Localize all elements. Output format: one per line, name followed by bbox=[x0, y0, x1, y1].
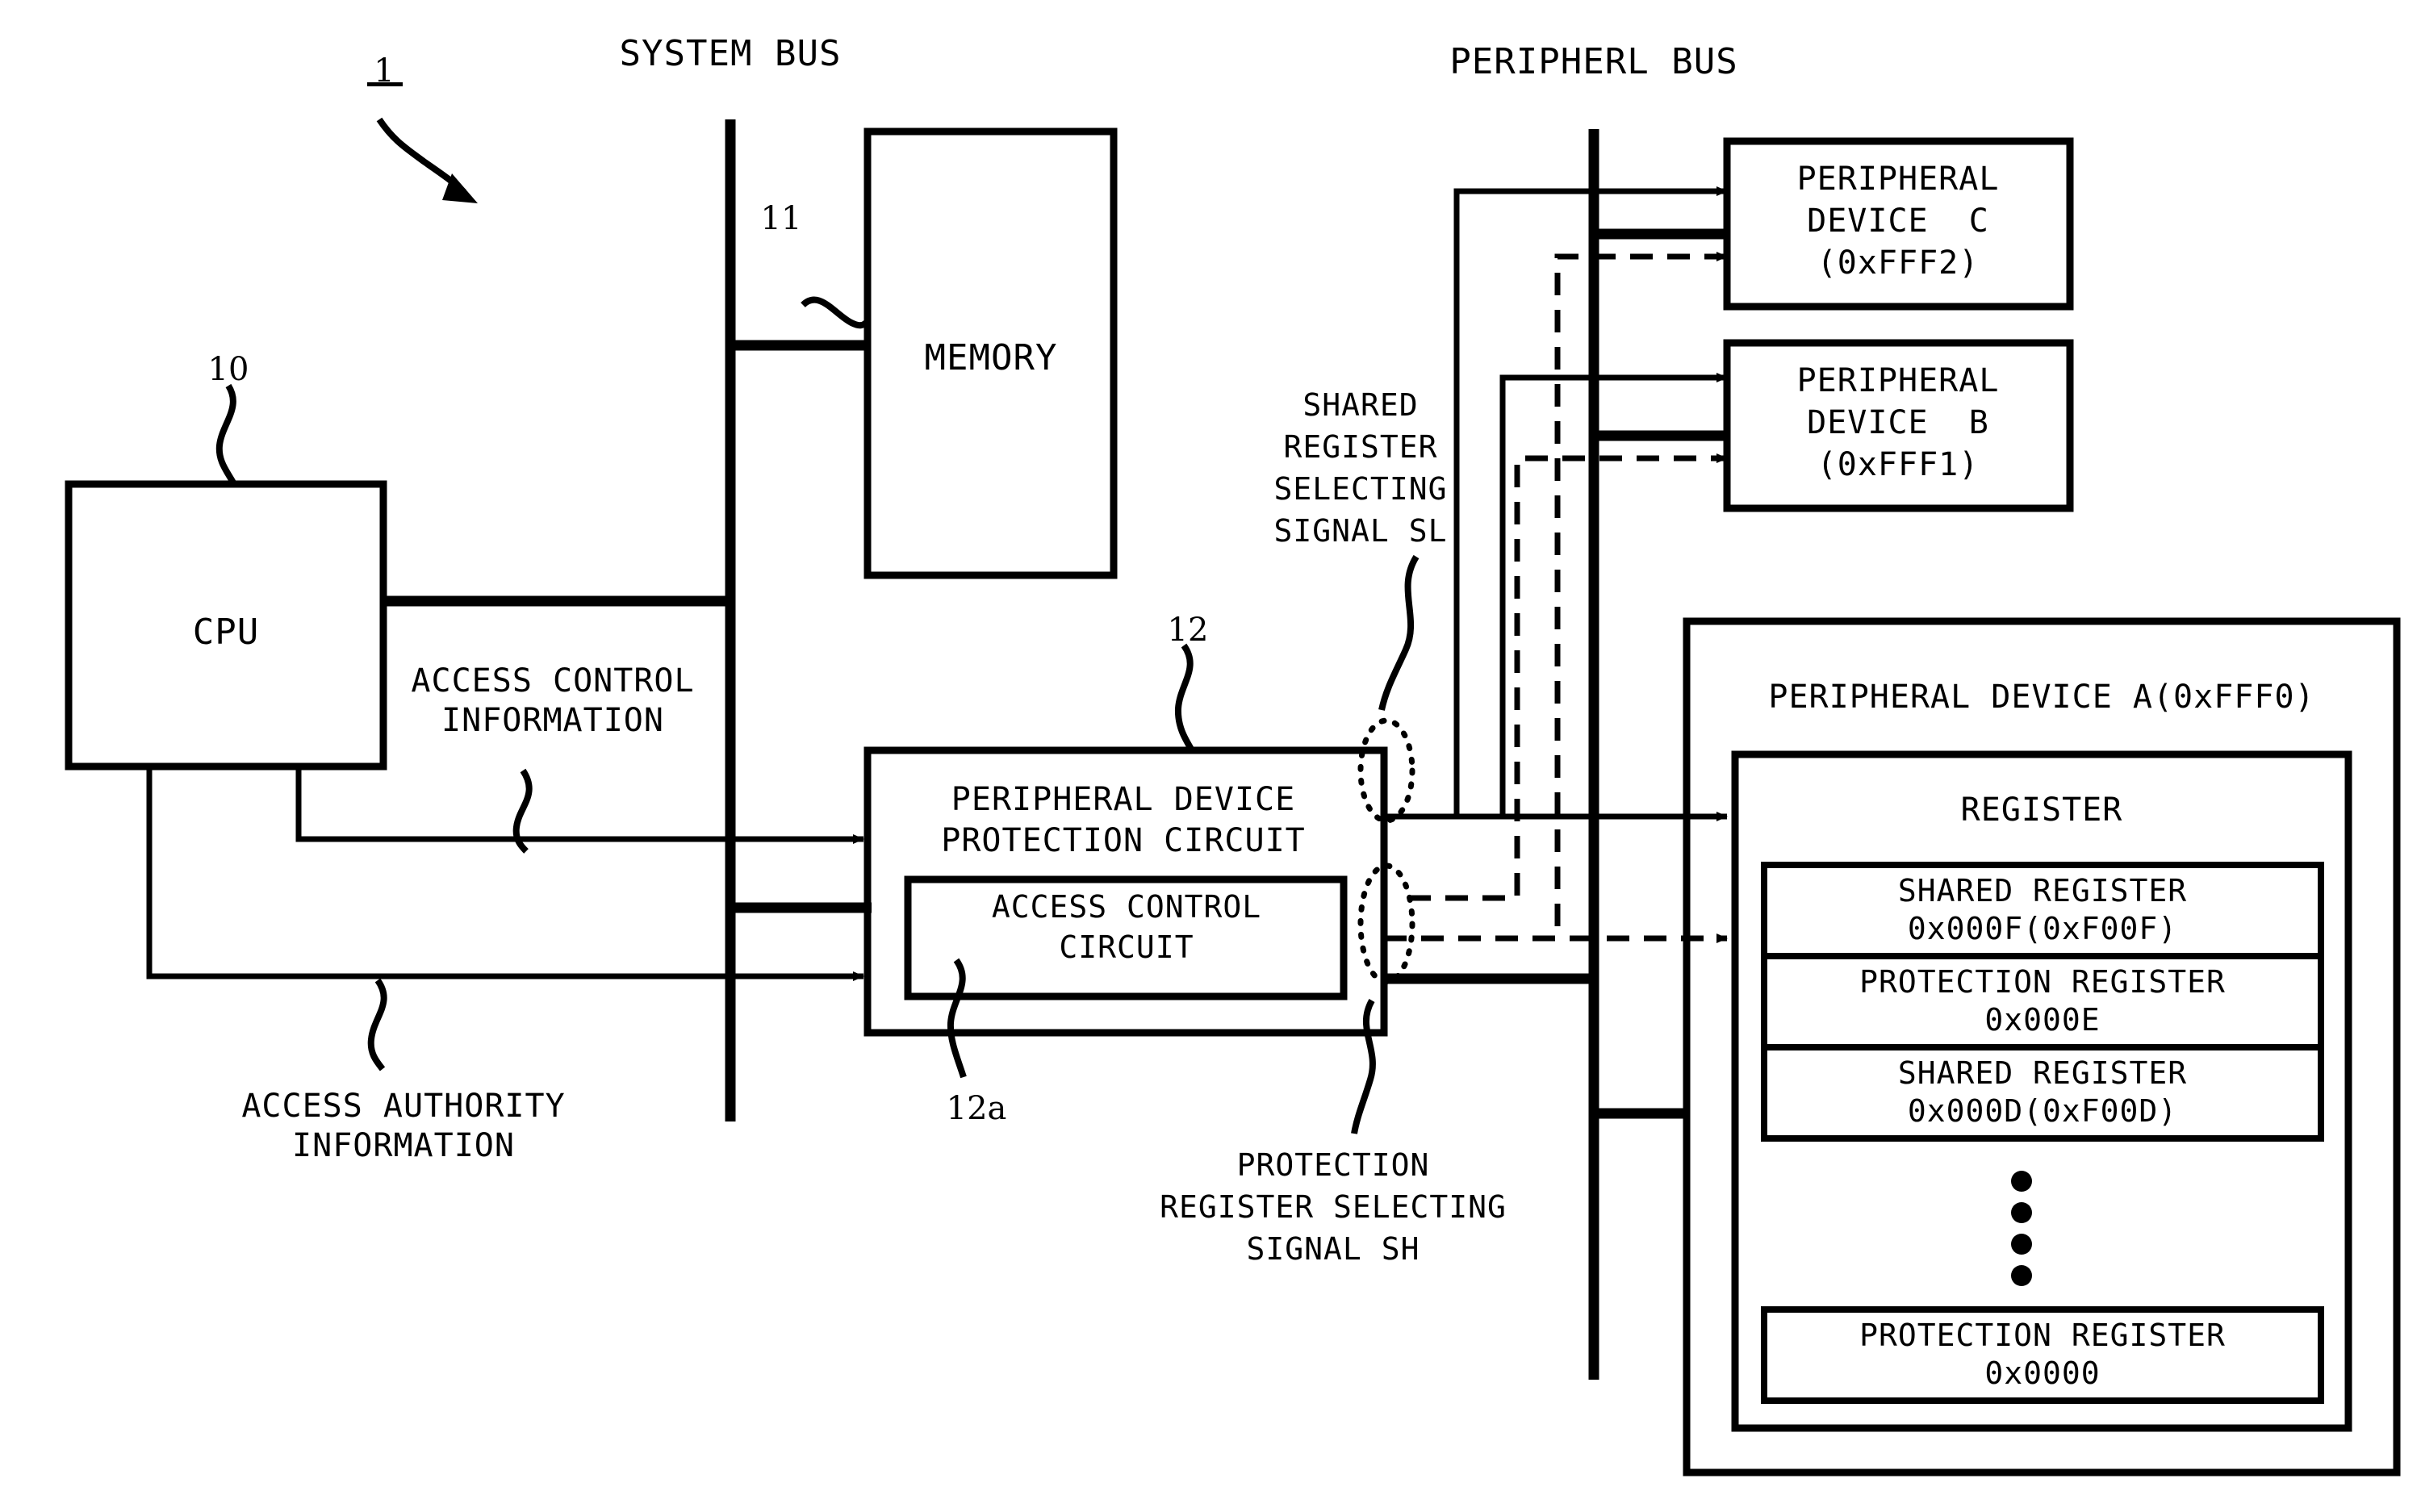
access-control-information-label-line2: INFORMATION bbox=[441, 702, 664, 739]
shared-register-selecting-signal-line3: SELECTING bbox=[1273, 471, 1448, 507]
ref-11-leader bbox=[801, 296, 871, 329]
patent-figure: 1 SYSTEM BUS PERIPHERL BUS 10 CPU 11 MEM… bbox=[0, 0, 2421, 1512]
peripheral-device-a-title: PERIPHERAL DEVICE A(0xFFF0) bbox=[1768, 679, 2315, 716]
access-authority-information-label-line1: ACCESS AUTHORITY bbox=[241, 1088, 566, 1125]
access-authority-information-wire bbox=[146, 766, 864, 981]
figure-ref-1-underline bbox=[367, 82, 403, 86]
peripheral-bus-label: PERIPHERL BUS bbox=[1449, 41, 1738, 82]
access-control-circuit-label-line1: ACCESS CONTROL bbox=[991, 889, 1262, 925]
register-row-2-line2: 0x000D(0xF00D) bbox=[1907, 1093, 2178, 1129]
memory-label: MEMORY bbox=[924, 337, 1058, 378]
figure-line-art bbox=[65, 117, 2401, 1476]
protection-circuit-ref-12: 12 bbox=[1167, 612, 1209, 649]
access-authority-information-label-line2: INFORMATION bbox=[292, 1127, 515, 1164]
peripheral-device-b-label-line3: (0xFFF1) bbox=[1817, 446, 1980, 483]
ref-12-leader bbox=[1174, 643, 1195, 753]
protection-register-selecting-signal-line2: REGISTER SELECTING bbox=[1160, 1189, 1507, 1225]
shared-register-selecting-signal-line2: REGISTER bbox=[1283, 429, 1438, 465]
protection-circuit-label-line1: PERIPHERAL DEVICE bbox=[951, 781, 1296, 818]
cpu-ref-10: 10 bbox=[207, 351, 249, 388]
system-bus-label: SYSTEM BUS bbox=[619, 33, 842, 74]
peripheral-device-b-label-line1: PERIPHERAL bbox=[1796, 362, 2000, 399]
register-row-1-line2: 0x000E bbox=[1984, 1002, 2101, 1038]
access-authority-information-leader bbox=[367, 978, 387, 1071]
register-ellipsis-dots bbox=[2011, 1171, 2032, 1286]
sl-label-leader bbox=[1378, 554, 1420, 711]
register-row-3-line2: 0x0000 bbox=[1984, 1355, 2101, 1391]
register-row-2-line1: SHARED REGISTER bbox=[1897, 1055, 2188, 1091]
sh-signal-riser-device-c bbox=[1384, 252, 1728, 942]
register-row-3-line1: PROTECTION REGISTER bbox=[1859, 1318, 2226, 1353]
peripheral-device-a-register-title: REGISTER bbox=[1960, 792, 2123, 829]
sl-signal-branch-device-b bbox=[1499, 373, 1728, 817]
shared-register-selecting-signal-line4: SIGNAL SL bbox=[1273, 513, 1448, 549]
cpu-label: CPU bbox=[192, 612, 260, 653]
access-control-circuit-label-line2: CIRCUIT bbox=[1059, 929, 1194, 965]
protection-register-selecting-signal-line1: PROTECTION bbox=[1236, 1147, 1430, 1183]
access-control-information-wire bbox=[295, 766, 864, 844]
peripheral-device-b-label-line2: DEVICE B bbox=[1807, 404, 1989, 441]
sh-label-leader bbox=[1351, 999, 1376, 1134]
ref-12a-leader bbox=[947, 958, 967, 1079]
memory-ref-11: 11 bbox=[760, 200, 802, 237]
register-row-0-line2: 0x000F(0xF00F) bbox=[1907, 911, 2178, 946]
protection-register-selecting-signal-line3: SIGNAL SH bbox=[1246, 1231, 1420, 1267]
access-control-information-label-line1: ACCESS CONTROL bbox=[411, 662, 695, 700]
ref-10-leader bbox=[215, 383, 237, 486]
register-row-1-line1: PROTECTION REGISTER bbox=[1859, 964, 2226, 1000]
peripheral-device-c-label-line3: (0xFFF2) bbox=[1817, 244, 1980, 282]
protection-circuit-label-line2: PROTECTION CIRCUIT bbox=[941, 822, 1306, 859]
peripheral-device-c-label-line2: DEVICE C bbox=[1807, 203, 1989, 240]
register-row-0-line1: SHARED REGISTER bbox=[1897, 873, 2188, 908]
peripheral-device-c-label-line1: PERIPHERAL bbox=[1796, 161, 2000, 198]
access-control-circuit-ref-12a: 12a bbox=[946, 1090, 1007, 1127]
shared-register-selecting-signal-line1: SHARED bbox=[1302, 387, 1419, 423]
